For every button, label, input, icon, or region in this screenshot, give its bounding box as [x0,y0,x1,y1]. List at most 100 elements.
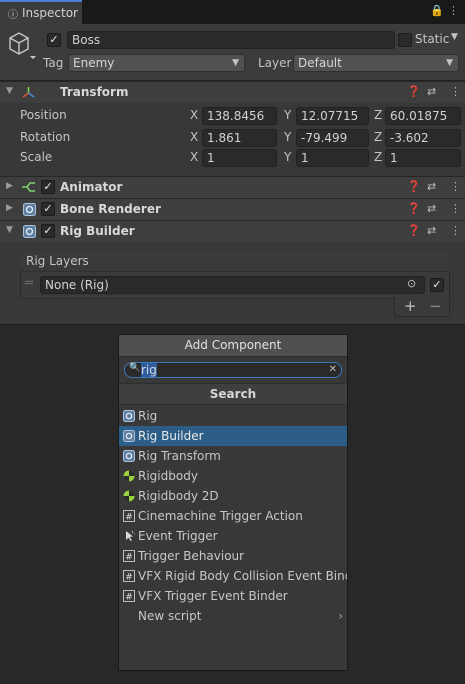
script-component-icon [23,225,36,238]
result-item-rig-transform[interactable]: Rig Transform [119,446,347,466]
chevron-down-icon: ▼ [232,58,239,68]
foldout-expanded-icon[interactable]: ▼ [6,225,13,235]
chevron-right-icon: › [338,609,343,623]
rotation-z-field[interactable]: -3.602 [385,129,461,147]
rotation-y-label[interactable]: Y [284,130,291,144]
tag-value: Enemy [73,56,115,70]
bone-renderer-title: Bone Renderer [60,202,161,216]
result-item-rigidbody-2d[interactable]: Rigidbody 2D [119,486,347,506]
rotation-z-label[interactable]: Z [374,130,382,144]
layer-value: Default [298,56,342,70]
presets-icon[interactable]: ⇄ [427,224,436,237]
transform-header[interactable]: ▼ Transform ❓ ⇄ ⋮ [0,81,465,103]
scale-z-label[interactable]: Z [374,150,382,164]
drag-handle-icon[interactable]: ═ [25,276,33,291]
bone-renderer-enabled-checkbox[interactable]: ✓ [41,202,55,216]
presets-icon[interactable]: ⇄ [427,180,436,193]
csharp-script-icon: # [123,570,135,582]
help-icon[interactable]: ❓ [407,202,421,215]
gameobject-cube-icon[interactable] [6,30,36,60]
position-y-field[interactable]: 12.07715 [296,107,369,125]
gameobject-name-field[interactable]: Boss [67,31,395,49]
result-item-label: Rig Builder [138,429,204,443]
scale-x-label[interactable]: X [190,150,198,164]
position-y-label[interactable]: Y [284,108,291,122]
add-layer-button[interactable]: + [404,297,417,315]
add-component-title[interactable]: Add Component [119,335,347,357]
component-search-input[interactable]: rig [141,363,157,377]
rig-builder-enabled-checkbox[interactable]: ✓ [41,224,55,238]
presets-icon[interactable]: ⇄ [427,202,436,215]
result-item-event-trigger[interactable]: Event Trigger [119,526,347,546]
component-menu-icon[interactable]: ⋮ [450,85,461,98]
scale-y-label[interactable]: Y [284,150,291,164]
result-item-label: VFX Rigid Body Collision Event Binder [138,569,347,583]
help-icon[interactable]: ❓ [407,180,421,193]
script-component-icon [123,410,135,422]
rotation-x-label[interactable]: X [190,130,198,144]
foldout-collapsed-icon[interactable]: ▶ [6,181,13,191]
kebab-menu-icon[interactable]: ⋮ [448,4,459,17]
component-search-field[interactable]: 🔍 rig ✕ [124,362,342,378]
result-item-label: New script [138,609,202,623]
transform-title: Transform [60,85,129,99]
result-item-rig[interactable]: Rig [119,406,347,426]
add-component-popup: Add Component 🔍 rig ✕ Search Rig Rig Bui… [118,334,348,671]
help-icon[interactable]: ❓ [407,224,421,237]
component-menu-icon[interactable]: ⋮ [450,180,461,193]
position-x-field[interactable]: 138.8456 [202,107,277,125]
scale-y-field[interactable]: 1 [296,149,369,167]
csharp-script-icon: # [123,590,135,602]
rig-builder-header[interactable]: ▼ ✓ Rig Builder ❓ ⇄ ⋮ [0,220,465,242]
static-label: Static [415,32,450,46]
result-item-trigger-behaviour[interactable]: # Trigger Behaviour [119,546,347,566]
clear-search-icon[interactable]: ✕ [329,363,337,377]
result-item-vfx-rigid-body-collision-event-binder[interactable]: # VFX Rigid Body Collision Event Binder [119,566,347,586]
help-icon[interactable]: ❓ [407,85,421,98]
foldout-collapsed-icon[interactable]: ▶ [6,203,13,213]
rotation-y-field[interactable]: -79.499 [296,129,369,147]
bone-renderer-header[interactable]: ▶ ✓ Bone Renderer ❓ ⇄ ⋮ [0,198,465,220]
tag-dropdown[interactable]: Enemy ▼ [68,54,245,72]
result-item-label: Trigger Behaviour [138,549,245,563]
animator-title: Animator [60,180,123,194]
result-item-new-script[interactable]: New script › [119,606,347,626]
animator-header[interactable]: ▶ ✓ Animator ❓ ⇄ ⋮ [0,176,465,198]
static-checkbox[interactable] [398,33,412,47]
search-section-header: Search [119,383,347,405]
animator-enabled-checkbox[interactable]: ✓ [41,180,55,194]
scale-z-field[interactable]: 1 [385,149,461,167]
result-item-cinemachine-trigger-action[interactable]: # Cinemachine Trigger Action [119,506,347,526]
svg-text:#: # [125,593,133,603]
position-z-label[interactable]: Z [374,108,382,122]
rig-layer-object-field[interactable]: None (Rig) [40,276,425,294]
scale-x-field[interactable]: 1 [202,149,277,167]
gameobject-active-checkbox[interactable]: ✓ [47,33,61,47]
tab-inspector[interactable]: ⓘ Inspector [0,0,82,24]
static-dropdown-arrow-icon[interactable]: ▼ [451,32,458,42]
component-menu-icon[interactable]: ⋮ [450,224,461,237]
result-item-rigidbody[interactable]: Rigidbody [119,466,347,486]
result-item-vfx-trigger-event-binder[interactable]: # VFX Trigger Event Binder [119,586,347,606]
info-icon: ⓘ [8,9,18,21]
position-x-label[interactable]: X [190,108,198,122]
chevron-down-icon: ▼ [446,58,453,68]
component-menu-icon[interactable]: ⋮ [450,202,461,215]
rotation-x-field[interactable]: 1.861 [202,129,277,147]
svg-text:#: # [125,513,133,523]
search-text: rig [141,363,157,377]
rig-layer-active-checkbox[interactable]: ✓ [430,278,444,292]
foldout-expanded-icon[interactable]: ▼ [6,86,13,96]
scale-label: Scale [20,150,53,164]
remove-layer-button[interactable]: − [429,297,442,315]
lock-icon[interactable]: 🔒 [430,4,444,17]
svg-text:#: # [125,573,133,583]
result-item-rig-builder[interactable]: Rig Builder [119,426,347,446]
transform-axes-icon [22,87,35,98]
rotation-label: Rotation [20,130,71,144]
object-picker-icon[interactable]: ⊙ [407,277,416,290]
presets-icon[interactable]: ⇄ [427,85,436,98]
script-component-icon [123,430,135,442]
position-z-field[interactable]: 60.01875 [385,107,461,125]
layer-dropdown[interactable]: Default ▼ [293,54,459,72]
